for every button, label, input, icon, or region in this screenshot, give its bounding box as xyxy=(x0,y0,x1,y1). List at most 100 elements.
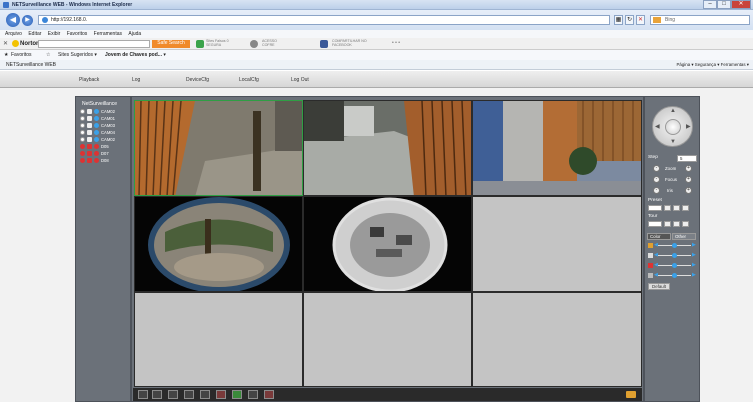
nav-localcfg[interactable]: LocalCfg xyxy=(239,77,259,83)
tour-grid-button[interactable] xyxy=(682,221,689,227)
menu-ajuda[interactable]: Ajuda xyxy=(128,30,141,38)
nav-playback[interactable]: Playback xyxy=(79,77,99,83)
zoom-in-button[interactable]: + xyxy=(685,165,692,172)
norton-item-vault[interactable]: ACESSO COFRE xyxy=(262,39,277,47)
contrast-slider[interactable]: ◀ ▶ xyxy=(648,252,698,259)
focus-out-button[interactable]: - xyxy=(653,176,660,183)
url-text: http://192.168.0. xyxy=(51,17,88,23)
norton-search-input[interactable] xyxy=(38,40,150,48)
refresh-icon[interactable]: ↻ xyxy=(625,15,634,25)
step-select[interactable]: 5 xyxy=(677,155,697,162)
minimize-button[interactable]: – xyxy=(703,0,717,9)
ptz-direction-pad[interactable]: ▲ ▼ ◀ ▶ xyxy=(652,106,693,147)
ptz-left-icon[interactable]: ◀ xyxy=(655,123,660,130)
layout-9-icon[interactable] xyxy=(184,390,194,399)
video-cell-9-empty[interactable] xyxy=(472,292,642,387)
channel-row[interactable]: CAM02 xyxy=(79,108,129,115)
video-cell-1[interactable] xyxy=(134,100,303,196)
video-cell-6-empty[interactable] xyxy=(472,196,642,292)
tab-netsurveillance[interactable]: NETSurveillance WEB xyxy=(6,61,56,69)
video-cell-5[interactable] xyxy=(303,196,472,292)
norton-item-facebook[interactable]: COMPARTILHAR NO FACEBOOK xyxy=(332,39,367,47)
address-bar-row: ◀ ▶ http://192.168.0. ▦ ↻ ✕ Bing xyxy=(0,10,753,30)
menu-editar[interactable]: Editar xyxy=(28,30,41,38)
tab-other[interactable]: Other xyxy=(672,233,696,240)
close-toolbar-icon[interactable]: ✕ xyxy=(3,40,8,47)
zoom-out-button[interactable]: - xyxy=(653,165,660,172)
search-placeholder: Bing xyxy=(665,17,676,23)
close-window-button[interactable]: ✕ xyxy=(731,0,751,9)
default-button[interactable]: Default xyxy=(648,283,670,290)
channel-row[interactable]: CAM04 xyxy=(79,129,129,136)
brightness-slider[interactable]: ◀ ▶ xyxy=(648,242,698,249)
tour-stop-button[interactable] xyxy=(673,221,680,227)
video-cell-8-empty[interactable] xyxy=(303,292,472,387)
preset-set-button[interactable] xyxy=(664,205,671,211)
fav-suggested-sites[interactable]: Sites Sugeridos ▾ xyxy=(58,51,97,59)
hue-slider[interactable]: ◀ ▶ xyxy=(648,272,698,279)
preset-label: Preset xyxy=(648,198,662,203)
saturation-slider[interactable]: ◀ ▶ xyxy=(648,262,698,269)
focus-label: Focus xyxy=(665,177,677,182)
talk-icon[interactable] xyxy=(248,390,258,399)
preset-input[interactable] xyxy=(648,205,662,211)
device-root[interactable]: NetSurveillance xyxy=(79,101,129,108)
compat-view-icon[interactable]: ▦ xyxy=(614,15,623,25)
menu-arquivo[interactable]: Arquivo xyxy=(5,30,22,38)
iris-out-button[interactable]: - xyxy=(653,187,660,194)
maximize-button[interactable]: □ xyxy=(717,0,731,9)
layout-4-icon[interactable] xyxy=(168,390,178,399)
back-button[interactable]: ◀ xyxy=(6,13,20,27)
camera-feed-5-fisheye-image xyxy=(304,197,471,291)
favorites-button[interactable]: Favoritos xyxy=(11,51,32,59)
nav-log[interactable]: Log xyxy=(132,77,140,83)
add-favorite-icon[interactable]: ☆ xyxy=(46,51,50,59)
norton-item-sites[interactable]: Sites Falsos 0 SEGURA xyxy=(206,39,229,47)
menu-favoritos[interactable]: Favoritos xyxy=(67,30,88,38)
layout-1-icon[interactable] xyxy=(152,390,162,399)
nav-devicecfg[interactable]: DeviceCfg xyxy=(186,77,209,83)
channel-row-alarm[interactable]: D07 xyxy=(79,150,129,157)
video-cell-7-empty[interactable] xyxy=(134,292,303,387)
record-icon[interactable] xyxy=(216,390,226,399)
menu-ferramentas[interactable]: Ferramentas xyxy=(94,30,122,38)
preset-add-button[interactable] xyxy=(673,205,680,211)
saturation-icon xyxy=(648,263,653,268)
command-bar[interactable]: Página ▾ Segurança ▾ Ferramentas ▾ xyxy=(676,61,749,69)
nav-logout[interactable]: Log Out xyxy=(291,77,309,83)
video-cell-3[interactable] xyxy=(472,100,642,196)
tour-input[interactable] xyxy=(648,221,662,227)
video-cell-4[interactable] xyxy=(134,196,303,292)
ptz-down-icon[interactable]: ▼ xyxy=(670,139,676,145)
address-input[interactable]: http://192.168.0. xyxy=(38,15,610,25)
channel-row[interactable]: CAM01 xyxy=(79,115,129,122)
ptz-up-icon[interactable]: ▲ xyxy=(670,108,676,114)
search-input[interactable]: Bing xyxy=(650,15,750,25)
stop-all-icon[interactable] xyxy=(264,390,274,399)
fav-jovem-link[interactable]: Jovem de Chaves pod... ▾ xyxy=(105,51,166,59)
tour-play-button[interactable] xyxy=(664,221,671,227)
forward-button[interactable]: ▶ xyxy=(22,15,33,26)
channel-row-alarm[interactable]: D08 xyxy=(79,157,129,164)
ptz-right-icon[interactable]: ▶ xyxy=(686,123,691,130)
browser-title-bar: NETSurveillance WEB - Windows Internet E… xyxy=(0,0,753,10)
tab-color[interactable]: Color xyxy=(647,233,671,240)
preset-delete-button[interactable] xyxy=(682,205,689,211)
layout-16-icon[interactable] xyxy=(200,390,210,399)
video-cell-2[interactable] xyxy=(303,100,472,196)
stop-icon[interactable]: ✕ xyxy=(636,15,645,25)
focus-in-button[interactable]: + xyxy=(685,176,692,183)
safe-search-button[interactable]: Safe Search xyxy=(152,40,190,48)
app-nav-bar: Playback Log DeviceCfg LocalCfg Log Out xyxy=(0,71,753,88)
channel-row[interactable]: CAM02 xyxy=(79,136,129,143)
hue-icon xyxy=(648,273,653,278)
channel-row[interactable]: CAM03 xyxy=(79,122,129,129)
more-dots-icon[interactable]: • • • xyxy=(392,41,400,46)
iris-in-button[interactable]: + xyxy=(685,187,692,194)
ptz-center-button[interactable] xyxy=(665,119,681,135)
volume-icon[interactable] xyxy=(626,391,636,398)
fullscreen-icon[interactable] xyxy=(138,390,148,399)
snapshot-icon[interactable] xyxy=(232,390,242,399)
channel-row-alarm[interactable]: D05 xyxy=(79,143,129,150)
menu-exibir[interactable]: Exibir xyxy=(48,30,61,38)
